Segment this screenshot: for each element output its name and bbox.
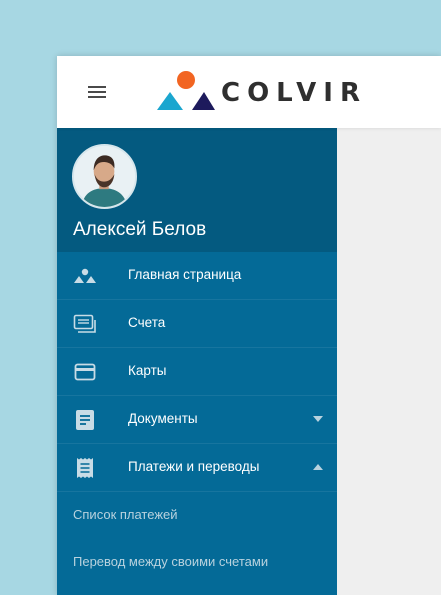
- menu-item-label: Карты: [128, 363, 167, 378]
- menu-item-documents[interactable]: Документы: [57, 396, 337, 444]
- avatar-photo: [74, 146, 135, 207]
- menu-item-cards[interactable]: Карты: [57, 348, 337, 396]
- app-window: COLVIR Алексей Белов Главная страница Сч…: [57, 56, 441, 595]
- hamburger-icon[interactable]: [88, 85, 106, 99]
- content-area: [337, 128, 441, 595]
- accounts-icon: [73, 314, 96, 333]
- submenu-item-own-transfer[interactable]: Перевод между своими счетами: [57, 539, 337, 586]
- user-profile: Алексей Белов: [57, 128, 337, 252]
- chevron-up-icon[interactable]: [313, 464, 323, 470]
- menu-item-label: Платежи и переводы: [128, 459, 260, 474]
- menu-item-label: Счета: [128, 315, 166, 330]
- menu-item-payments[interactable]: Платежи и переводы: [57, 444, 337, 492]
- colvir-logo[interactable]: COLVIR: [157, 70, 377, 114]
- document-icon: [76, 410, 94, 430]
- receipt-icon: [77, 458, 93, 478]
- card-icon: [74, 363, 96, 381]
- user-name: Алексей Белов: [73, 219, 207, 240]
- submenu-item-payment-list[interactable]: Список платежей: [57, 492, 337, 539]
- side-menu: Главная страница Счета Карты Документы П…: [57, 252, 337, 586]
- logo-text: COLVIR: [221, 78, 367, 108]
- logo-mark-icon: [157, 71, 215, 110]
- sidebar: Алексей Белов Главная страница Счета Кар…: [57, 128, 337, 595]
- submenu-item-label: Список платежей: [73, 507, 178, 522]
- top-bar: COLVIR: [57, 56, 441, 128]
- home-triangles-icon: [74, 268, 96, 283]
- avatar[interactable]: [72, 144, 137, 209]
- menu-item-label: Главная страница: [128, 267, 242, 282]
- menu-item-label: Документы: [128, 411, 198, 426]
- menu-item-accounts[interactable]: Счета: [57, 300, 337, 348]
- submenu-item-label: Перевод между своими счетами: [73, 554, 269, 569]
- menu-item-home[interactable]: Главная страница: [57, 252, 337, 300]
- chevron-down-icon[interactable]: [313, 416, 323, 422]
